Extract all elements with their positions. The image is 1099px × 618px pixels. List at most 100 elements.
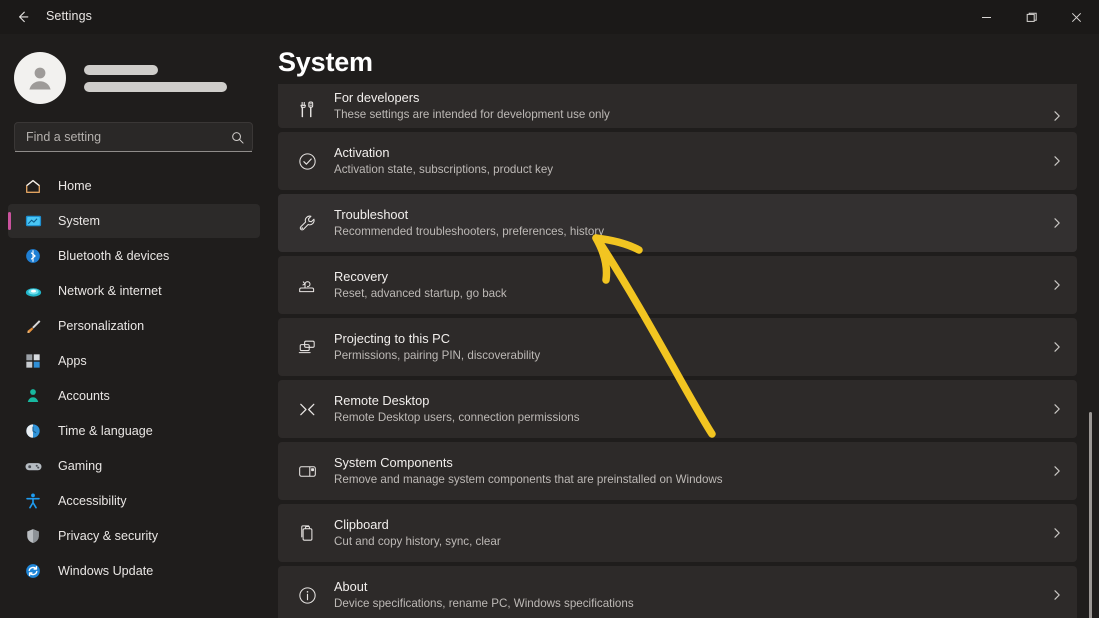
settings-row-text: Remote Desktop Remote Desktop users, con… — [334, 393, 1037, 425]
user-avatar-icon — [23, 61, 57, 95]
settings-row-about[interactable]: About Device specifications, rename PC, … — [278, 566, 1077, 618]
search-box[interactable] — [14, 122, 253, 152]
clock-globe-icon — [22, 421, 44, 441]
settings-row-subtitle: Activation state, subscriptions, product… — [334, 162, 1037, 177]
minimize-button[interactable] — [964, 0, 1009, 34]
chevron-right-icon — [1037, 341, 1077, 353]
back-button[interactable] — [8, 3, 38, 31]
settings-row-title: Projecting to this PC — [334, 331, 1037, 347]
settings-row-clipboard[interactable]: Clipboard Cut and copy history, sync, cl… — [278, 504, 1077, 562]
settings-row-title: For developers — [334, 90, 1037, 106]
chevron-right-icon — [1037, 465, 1077, 477]
settings-row-title: About — [334, 579, 1037, 595]
vertical-scrollbar[interactable] — [1086, 80, 1096, 618]
settings-row-text: Projecting to this PC Permissions, pairi… — [334, 331, 1037, 363]
recovery-icon — [294, 275, 320, 296]
sidebar-nav: Home System — [8, 169, 260, 589]
bluetooth-icon — [22, 246, 44, 266]
sidebar-item-label: Gaming — [58, 459, 102, 473]
settings-row-text: For developers These settings are intend… — [334, 90, 1037, 128]
sidebar-item-gaming[interactable]: Gaming — [8, 449, 260, 483]
settings-row-for-developers[interactable]: For developers These settings are intend… — [278, 84, 1077, 128]
check-circle-icon — [294, 151, 320, 172]
page-title: System — [278, 47, 373, 78]
chevron-right-icon — [1037, 403, 1077, 415]
sidebar-item-label: Windows Update — [58, 564, 153, 578]
chevron-right-icon — [1037, 217, 1077, 229]
sidebar-item-label: Time & language — [58, 424, 153, 438]
maximize-icon — [1026, 12, 1037, 23]
settings-row-projecting-to-this-pc[interactable]: Projecting to this PC Permissions, pairi… — [278, 318, 1077, 376]
sidebar-item-accounts[interactable]: Accounts — [8, 379, 260, 413]
update-refresh-icon — [22, 561, 44, 581]
sidebar-item-time-language[interactable]: Time & language — [8, 414, 260, 448]
sidebar-item-label: Network & internet — [58, 284, 162, 298]
sidebar-item-network-internet[interactable]: Network & internet — [8, 274, 260, 308]
sidebar-item-label: Accounts — [58, 389, 110, 403]
sidebar-item-label: System — [58, 214, 100, 228]
chevron-right-icon — [1037, 110, 1077, 122]
scrollbar-thumb[interactable] — [1089, 412, 1092, 618]
title-bar: Settings — [0, 0, 1099, 34]
remote-desktop-icon — [294, 399, 320, 420]
sidebar-item-accessibility[interactable]: Accessibility — [8, 484, 260, 518]
maximize-button[interactable] — [1009, 0, 1054, 34]
chevron-right-icon — [1037, 279, 1077, 291]
sidebar-item-personalization[interactable]: Personalization — [8, 309, 260, 343]
settings-row-subtitle: Cut and copy history, sync, clear — [334, 534, 1037, 549]
account-email-redacted — [84, 82, 227, 92]
network-wifi-icon — [22, 281, 44, 301]
projecting-screens-icon — [294, 337, 320, 358]
settings-window: Settings — [0, 0, 1099, 618]
settings-row-activation[interactable]: Activation Activation state, subscriptio… — [278, 132, 1077, 190]
settings-row-subtitle: Remove and manage system components that… — [334, 472, 1037, 487]
settings-row-text: Troubleshoot Recommended troubleshooters… — [334, 207, 1037, 239]
sidebar-item-label: Bluetooth & devices — [58, 249, 169, 263]
wrench-icon — [294, 213, 320, 234]
avatar — [14, 52, 66, 104]
sidebar-item-privacy-security[interactable]: Privacy & security — [8, 519, 260, 553]
sidebar-item-apps[interactable]: Apps — [8, 344, 260, 378]
sidebar-item-home[interactable]: Home — [8, 169, 260, 203]
sidebar-item-bluetooth-devices[interactable]: Bluetooth & devices — [8, 239, 260, 273]
search-input[interactable] — [15, 130, 222, 144]
settings-row-remote-desktop[interactable]: Remote Desktop Remote Desktop users, con… — [278, 380, 1077, 438]
shield-icon — [22, 526, 44, 546]
settings-row-text: About Device specifications, rename PC, … — [334, 579, 1037, 611]
settings-row-title: Recovery — [334, 269, 1037, 285]
accessibility-person-icon — [22, 491, 44, 511]
settings-row-text: System Components Remove and manage syst… — [334, 455, 1037, 487]
settings-row-system-components[interactable]: System Components Remove and manage syst… — [278, 442, 1077, 500]
account-header[interactable] — [14, 48, 254, 108]
settings-row-subtitle: Permissions, pairing PIN, discoverabilit… — [334, 348, 1037, 363]
system-components-icon — [294, 461, 320, 482]
window-title: Settings — [46, 9, 92, 23]
minimize-icon — [981, 12, 992, 23]
clipboard-icon — [294, 523, 320, 544]
close-button[interactable] — [1054, 0, 1099, 34]
home-icon — [22, 176, 44, 196]
back-arrow-icon — [15, 9, 31, 25]
settings-row-subtitle: These settings are intended for developm… — [334, 107, 1037, 122]
settings-row-troubleshoot[interactable]: Troubleshoot Recommended troubleshooters… — [278, 194, 1077, 252]
settings-row-title: Troubleshoot — [334, 207, 1037, 223]
settings-row-subtitle: Recommended troubleshooters, preferences… — [334, 224, 1037, 239]
sidebar-item-windows-update[interactable]: Windows Update — [8, 554, 260, 588]
settings-row-subtitle: Device specifications, rename PC, Window… — [334, 596, 1037, 611]
search-icon[interactable] — [222, 131, 252, 144]
gamepad-icon — [22, 456, 44, 476]
apps-icon — [22, 351, 44, 371]
sidebar-item-label: Personalization — [58, 319, 144, 333]
settings-row-text: Activation Activation state, subscriptio… — [334, 145, 1037, 177]
sidebar-item-label: Privacy & security — [58, 529, 158, 543]
sidebar-item-label: Home — [58, 179, 92, 193]
chevron-right-icon — [1037, 155, 1077, 167]
chevron-right-icon — [1037, 589, 1077, 601]
settings-row-recovery[interactable]: Recovery Reset, advanced startup, go bac… — [278, 256, 1077, 314]
settings-row-title: Remote Desktop — [334, 393, 1037, 409]
chevron-right-icon — [1037, 527, 1077, 539]
sidebar-item-system[interactable]: System — [8, 204, 260, 238]
settings-list: For developers These settings are intend… — [268, 84, 1099, 618]
main-content: System For developers These settings are… — [268, 34, 1099, 618]
accounts-person-icon — [22, 386, 44, 406]
